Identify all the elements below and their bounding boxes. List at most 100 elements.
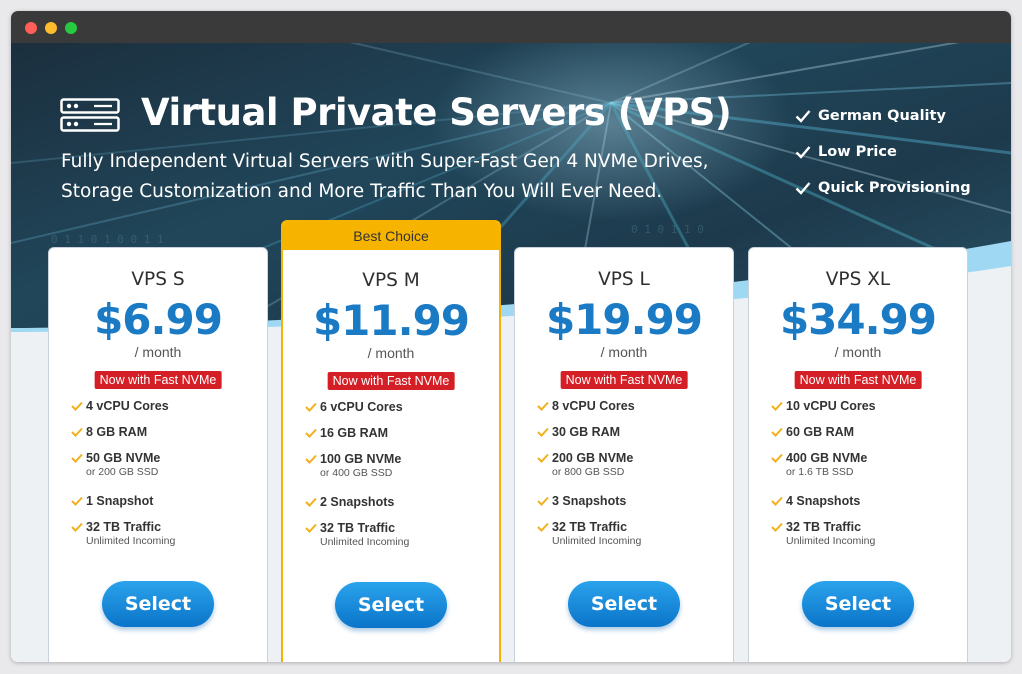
browser-window: 0 1 1 0 1 0 0 1 1 1 0 0 1 1 0 1 0 1 0 1 … [11, 11, 1011, 662]
spec-item: 10 vCPU Cores [771, 399, 961, 413]
minimize-window-button[interactable] [45, 22, 57, 34]
billing-period: / month [367, 345, 415, 361]
spec-note: Unlimited Incoming [86, 535, 176, 547]
checkmark-icon [537, 401, 549, 411]
select-vps-m-button[interactable]: Select [335, 582, 447, 628]
spec-value: 30 GB RAM [552, 425, 621, 439]
spec-value: 2 Snapshots [320, 495, 395, 509]
checkmark-icon [537, 427, 549, 437]
spec-value: 32 TB Traffic [786, 520, 862, 534]
select-vps-xl-button[interactable]: Select [802, 581, 914, 627]
spec-value: 1 Snapshot [86, 494, 154, 508]
billing-period: / month [600, 344, 648, 360]
plan-card-vps-xl: VPS XL $34.99 / month Now with Fast NVMe… [748, 247, 968, 662]
checkmark-icon [71, 522, 83, 532]
zoom-window-button[interactable] [65, 22, 77, 34]
billing-period: / month [834, 344, 882, 360]
spec-note: or 1.6 TB SSD [786, 466, 854, 478]
spec-value: 8 vCPU Cores [552, 399, 635, 413]
spec-item: 2 Snapshots [305, 495, 495, 509]
feature-item: Quick Provisioning [795, 170, 971, 206]
feature-label: Quick Provisioning [818, 180, 971, 196]
page-title: Virtual Private Servers (VPS) [141, 91, 732, 134]
spec-value: 50 GB NVMe [86, 451, 161, 465]
spec-value: 32 TB Traffic [320, 521, 396, 535]
spec-item: 1 Snapshot [71, 494, 261, 508]
spec-item: 6 vCPU Cores [305, 400, 495, 414]
checkmark-icon [305, 497, 317, 507]
spec-item: 3 Snapshots [537, 494, 727, 508]
close-window-button[interactable] [25, 22, 37, 34]
feature-label: Low Price [818, 144, 897, 160]
checkmark-icon [305, 428, 317, 438]
feature-item: German Quality [795, 98, 971, 134]
checkmark-icon [771, 401, 783, 411]
spec-value: 3 Snapshots [552, 494, 627, 508]
spec-item: 16 GB RAM [305, 426, 495, 440]
hero-subtitle-line-1: Fully Independent Virtual Servers with S… [61, 151, 709, 172]
spec-value: 32 TB Traffic [552, 520, 628, 534]
spec-item: 60 GB RAM [771, 425, 961, 439]
spec-item: 30 GB RAM [537, 425, 727, 439]
checkmark-icon [771, 522, 783, 532]
best-choice-ribbon: Best Choice [283, 222, 499, 250]
checkmark-icon [305, 402, 317, 412]
checkmark-icon [71, 453, 83, 463]
billing-period: / month [134, 344, 182, 360]
feature-item: Low Price [795, 134, 971, 170]
checkmark-icon [795, 182, 811, 195]
svg-text:0 1 0 1 1 0: 0 1 0 1 1 0 [631, 223, 704, 236]
server-icon [60, 98, 120, 132]
spec-item: 32 TB Traffic Unlimited Incoming [71, 520, 261, 547]
spec-note: or 800 GB SSD [552, 466, 625, 478]
checkmark-icon [795, 146, 811, 159]
plan-card-vps-l: VPS L $19.99 / month Now with Fast NVMe … [514, 247, 734, 662]
spec-value: 4 Snapshots [786, 494, 861, 508]
spec-item: 200 GB NVMe or 800 GB SSD [537, 451, 727, 478]
spec-value: 32 TB Traffic [86, 520, 162, 534]
spec-item: 32 TB Traffic Unlimited Incoming [771, 520, 961, 547]
checkmark-icon [771, 427, 783, 437]
plan-card-vps-s: VPS S $6.99 / month Now with Fast NVMe 4… [48, 247, 268, 662]
spec-item: 50 GB NVMe or 200 GB SSD [71, 451, 261, 478]
nvme-badge: Now with Fast NVMe [94, 371, 222, 389]
checkmark-icon [305, 523, 317, 533]
spec-item: 32 TB Traffic Unlimited Incoming [305, 521, 495, 548]
checkmark-icon [771, 453, 783, 463]
plan-price: $34.99 [779, 295, 937, 344]
spec-item: 8 vCPU Cores [537, 399, 727, 413]
feature-list: German Quality Low Price Quick Provision… [795, 98, 971, 206]
nvme-badge: Now with Fast NVMe [560, 371, 688, 389]
window-titlebar [11, 11, 1011, 43]
spec-value: 60 GB RAM [786, 425, 855, 439]
spec-value: 100 GB NVMe [320, 452, 402, 466]
plan-price: $6.99 [94, 295, 223, 344]
checkmark-icon [71, 496, 83, 506]
spec-value: 10 vCPU Cores [786, 399, 876, 413]
nvme-badge: Now with Fast NVMe [327, 372, 455, 390]
spec-note: Unlimited Incoming [320, 536, 410, 548]
plan-name: VPS L [598, 269, 650, 290]
plan-price: $19.99 [545, 295, 703, 344]
spec-item: 4 Snapshots [771, 494, 961, 508]
checkmark-icon [795, 110, 811, 123]
checkmark-icon [537, 522, 549, 532]
spec-value: 4 vCPU Cores [86, 399, 169, 413]
hero-subtitle: Fully Independent Virtual Servers with S… [61, 147, 761, 207]
plan-name: VPS XL [825, 269, 891, 290]
hero-subtitle-line-2: Storage Customization and More Traffic T… [61, 181, 663, 202]
spec-value: 6 vCPU Cores [320, 400, 403, 414]
spec-value: 200 GB NVMe [552, 451, 634, 465]
plan-name: VPS S [131, 269, 185, 290]
feature-label: German Quality [818, 108, 946, 124]
spec-value: 16 GB RAM [320, 426, 389, 440]
select-vps-s-button[interactable]: Select [102, 581, 214, 627]
plan-card-vps-m: Best Choice VPS M $11.99 / month Now wit… [281, 220, 501, 662]
spec-value: 8 GB RAM [86, 425, 148, 439]
checkmark-icon [537, 496, 549, 506]
select-vps-l-button[interactable]: Select [568, 581, 680, 627]
checkmark-icon [305, 454, 317, 464]
checkmark-icon [771, 496, 783, 506]
checkmark-icon [71, 401, 83, 411]
checkmark-icon [71, 427, 83, 437]
